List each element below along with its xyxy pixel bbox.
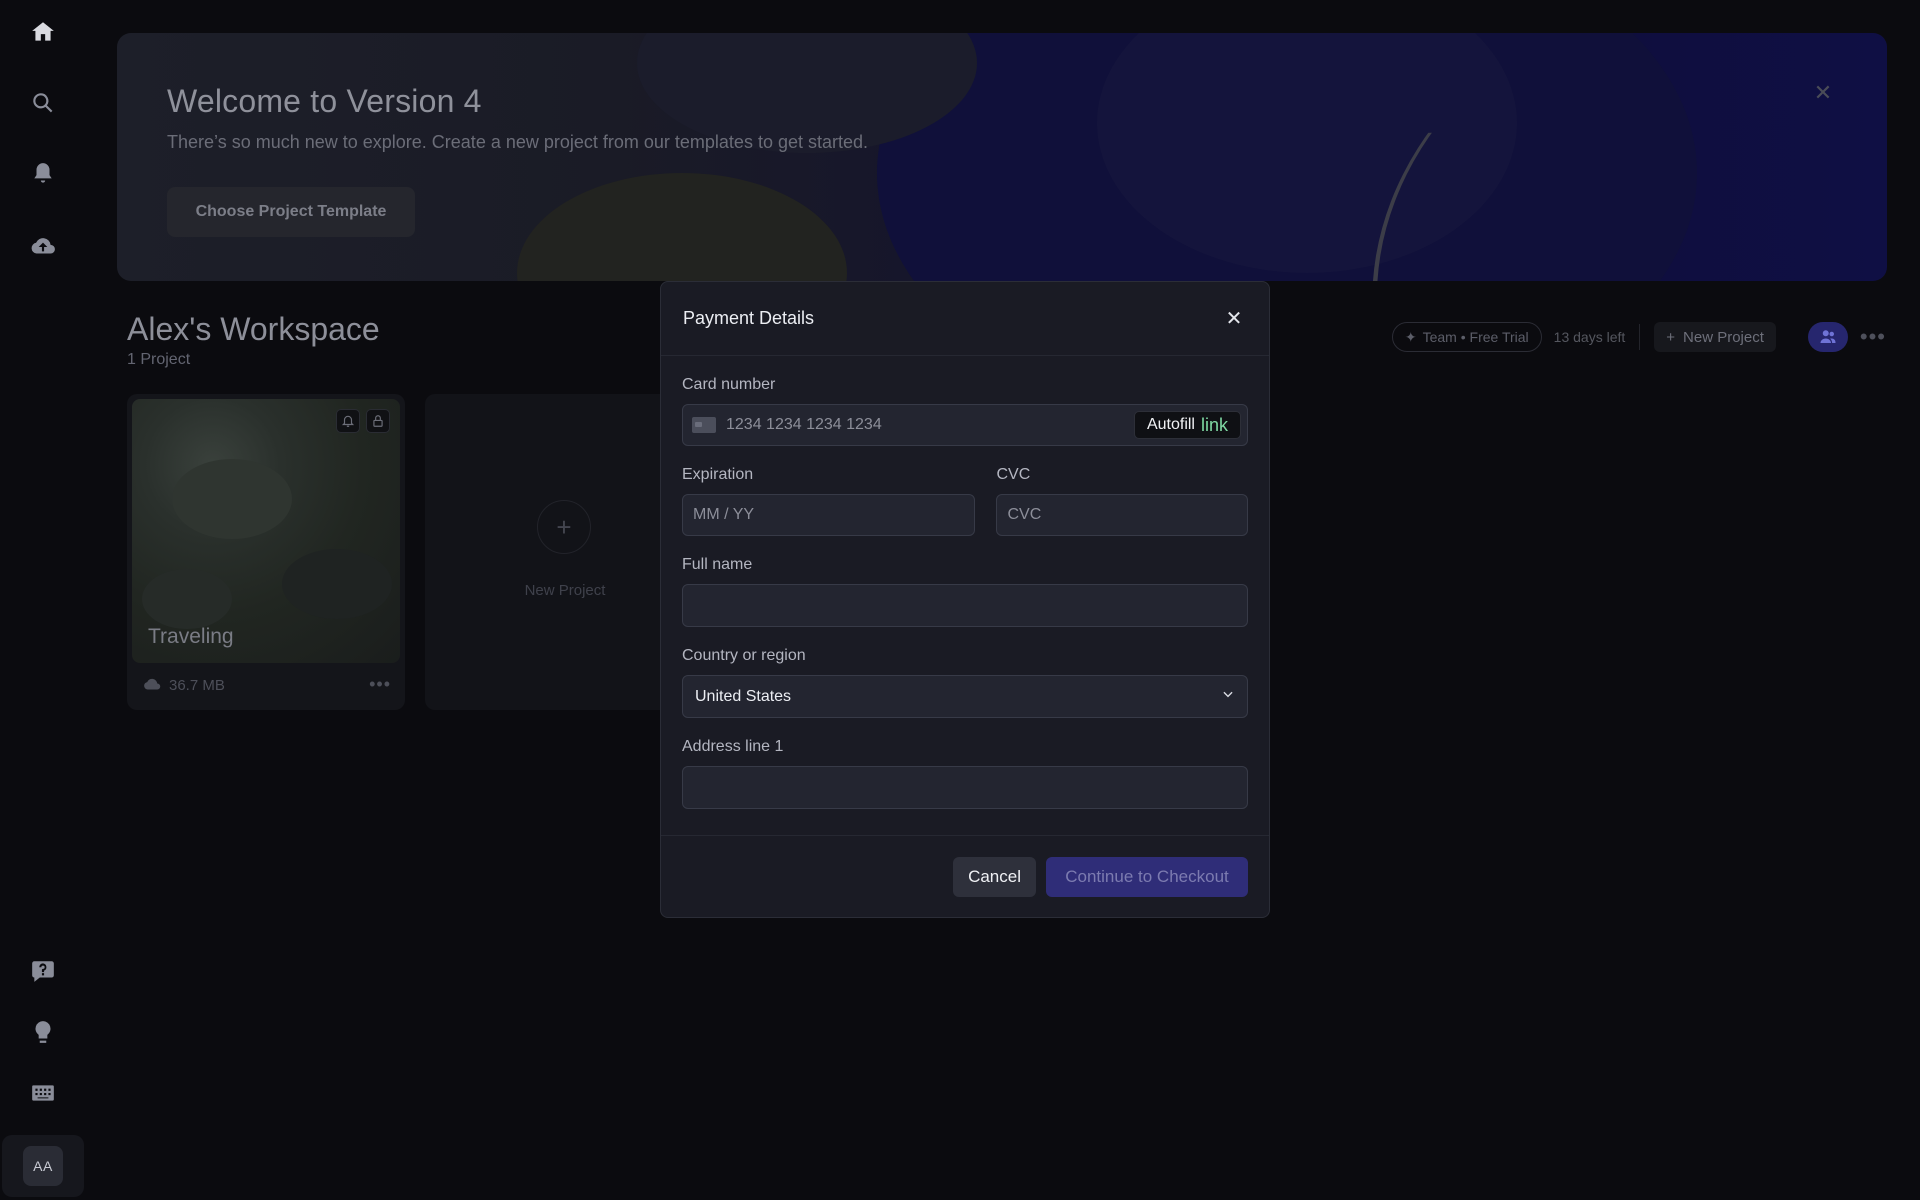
new-project-label: New Project xyxy=(1683,328,1764,346)
cvc-label: CVC xyxy=(996,466,1031,483)
expiration-cvc-row: Expiration CVC xyxy=(682,466,1248,536)
project-size: 36.7 MB xyxy=(169,676,225,694)
modal-title: Payment Details xyxy=(683,308,815,328)
payment-details-modal: Payment Details ✕ Card number Autofill l… xyxy=(660,281,1270,918)
project-thumbnail: Traveling xyxy=(132,399,400,663)
home-icon[interactable] xyxy=(25,14,61,50)
modal-body: Card number Autofill link Expiration CVC… xyxy=(661,356,1269,836)
full-name-label: Full name xyxy=(682,556,753,573)
workspace-actions: ✦ Team • Free Trial 13 days left + New P… xyxy=(1391,320,1886,354)
new-project-button[interactable]: + New Project xyxy=(1654,322,1776,352)
project-more-icon[interactable]: ••• xyxy=(369,674,391,695)
bell-icon[interactable] xyxy=(25,156,61,192)
welcome-banner: Welcome to Version 4 There’s so much new… xyxy=(117,33,1887,281)
users-icon xyxy=(1820,330,1836,343)
plus-icon: + xyxy=(537,500,591,554)
choose-template-button[interactable]: Choose Project Template xyxy=(167,187,415,237)
banner-subtitle: There’s so much new to explore. Create a… xyxy=(167,132,869,152)
project-count: 1 Project xyxy=(127,351,191,368)
plus-icon: + xyxy=(1666,328,1676,346)
project-card[interactable]: Traveling 36.7 MB ••• xyxy=(127,394,405,710)
country-select[interactable]: United States xyxy=(682,675,1248,718)
keyboard-icon[interactable] xyxy=(25,1075,61,1111)
address-line1-input[interactable] xyxy=(682,766,1248,809)
link-logo: link xyxy=(1200,414,1228,435)
modal-footer: Cancel Continue to Checkout xyxy=(661,835,1269,917)
country-value: United States xyxy=(695,687,792,705)
trial-remaining: 13 days left xyxy=(1553,329,1626,345)
project-name: Traveling xyxy=(148,625,234,648)
full-name-input[interactable] xyxy=(682,584,1248,627)
lightbulb-icon[interactable] xyxy=(25,1014,61,1050)
lock-icon[interactable] xyxy=(366,409,390,433)
avatar[interactable]: AA xyxy=(23,1146,63,1186)
close-icon[interactable]: ✕ xyxy=(1811,80,1835,105)
cloud-icon xyxy=(144,678,161,690)
search-icon[interactable] xyxy=(25,85,61,121)
help-chat-icon[interactable] xyxy=(25,953,61,989)
autofill-label: Autofill xyxy=(1146,416,1195,433)
avatar-container[interactable]: AA xyxy=(2,1135,84,1197)
plan-badge[interactable]: ✦ Team • Free Trial xyxy=(1391,322,1542,352)
banner-content: Welcome to Version 4 There’s so much new… xyxy=(167,83,868,237)
workspace-title: Alex's Workspace xyxy=(127,311,380,347)
card-number-label: Card number xyxy=(682,376,776,393)
card-badges xyxy=(336,409,390,433)
banner-title: Welcome to Version 4 xyxy=(167,83,482,119)
address-line1-label: Address line 1 xyxy=(682,738,784,755)
continue-to-checkout-button[interactable]: Continue to Checkout xyxy=(1046,856,1248,897)
divider xyxy=(1639,324,1641,350)
left-sidebar: AA xyxy=(0,0,86,1200)
modal-header: Payment Details ✕ xyxy=(661,282,1269,356)
cvc-input[interactable] xyxy=(996,494,1248,536)
country-label: Country or region xyxy=(682,647,806,664)
cancel-button[interactable]: Cancel xyxy=(953,856,1036,897)
more-options-icon[interactable]: ••• xyxy=(1860,324,1886,350)
team-members-button[interactable] xyxy=(1807,322,1848,352)
credit-card-icon xyxy=(692,417,716,433)
chevron-down-icon xyxy=(1221,687,1235,706)
close-icon[interactable]: ✕ xyxy=(1221,306,1247,332)
plan-label: Team • Free Trial xyxy=(1422,329,1529,345)
project-meta: 36.7 MB xyxy=(143,676,225,694)
card-number-field: Autofill link xyxy=(682,404,1248,446)
autofill-link-button[interactable]: Autofill link xyxy=(1133,411,1241,439)
sparkle-icon: ✦ xyxy=(1404,328,1417,345)
bell-icon[interactable] xyxy=(336,409,360,433)
expiration-input[interactable] xyxy=(682,494,976,536)
cloud-upload-icon[interactable] xyxy=(25,229,61,265)
expiration-label: Expiration xyxy=(682,466,754,483)
